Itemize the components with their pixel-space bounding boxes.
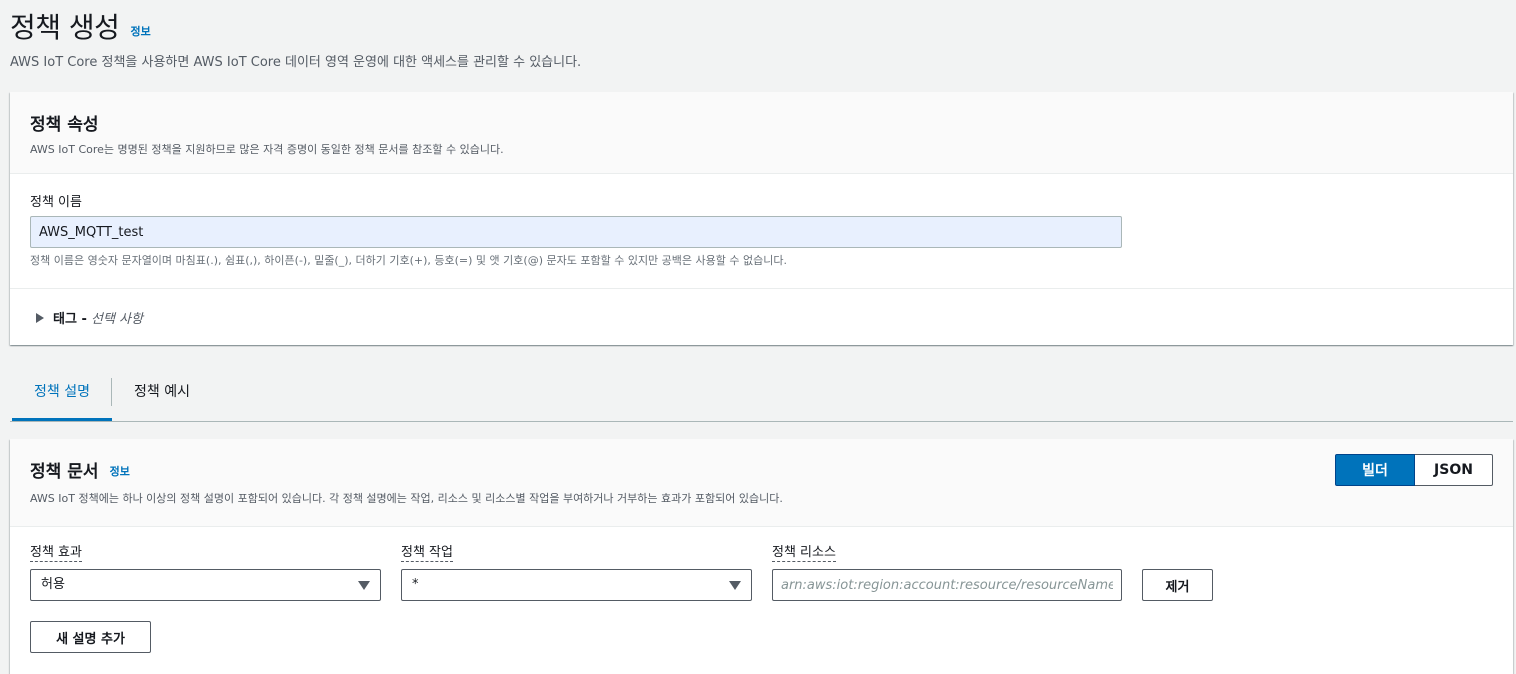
page-info-link[interactable]: 정보 — [131, 25, 151, 38]
policy-effect-select[interactable]: 허용 — [30, 569, 381, 601]
policy-effect-label: 정책 효과 — [30, 545, 82, 562]
tags-label: 태그 - — [53, 312, 87, 327]
json-mode-button[interactable]: JSON — [1415, 454, 1493, 486]
caret-right-icon — [36, 313, 44, 323]
builder-mode-button[interactable]: 빌더 — [1335, 454, 1415, 486]
policy-properties-panel: 정책 속성 AWS IoT Core는 명명된 정책을 지원하므로 많은 자격 … — [10, 92, 1513, 345]
tab-policy-examples[interactable]: 정책 예시 — [122, 370, 202, 421]
policy-tabs: 정책 설명 정책 예시 — [10, 370, 1513, 422]
policy-effect-value: 허용 — [41, 577, 65, 592]
policy-document-panel: 정책 문서 정보 AWS IoT 정책에는 하나 이상의 정책 설명이 포함되어… — [10, 439, 1513, 674]
policy-action-value: * — [412, 577, 419, 592]
policy-properties-description: AWS IoT Core는 명명된 정책을 지원하므로 많은 자격 증명이 동일… — [30, 143, 504, 156]
editor-mode-toggle: 빌더 JSON — [1335, 454, 1493, 486]
policy-action-select[interactable]: * — [401, 569, 752, 601]
policy-document-title: 정책 문서 — [30, 462, 99, 482]
policy-properties-title: 정책 속성 — [30, 115, 99, 135]
page-header: 정책 생성 정보 — [10, 6, 151, 46]
policy-document-description: AWS IoT 정책에는 하나 이상의 정책 설명이 포함되어 있습니다. 각 … — [30, 492, 783, 505]
page-description: AWS IoT Core 정책을 사용하면 AWS IoT Core 데이터 영… — [10, 55, 582, 70]
caret-down-icon — [358, 581, 370, 590]
caret-down-icon — [729, 581, 741, 590]
tab-divider — [111, 378, 112, 406]
policy-action-label: 정책 작업 — [401, 545, 453, 562]
policy-name-input[interactable] — [30, 216, 1122, 248]
policy-document-header: 정책 문서 정보 AWS IoT 정책에는 하나 이상의 정책 설명이 포함되어… — [10, 439, 1513, 527]
policy-resource-label: 정책 리소스 — [772, 545, 836, 562]
policy-properties-header: 정책 속성 AWS IoT Core는 명명된 정책을 지원하므로 많은 자격 … — [10, 92, 1513, 174]
tab-policy-statements[interactable]: 정책 설명 — [12, 370, 112, 421]
policy-resource-input[interactable] — [772, 569, 1122, 601]
remove-statement-button[interactable]: 제거 — [1142, 569, 1213, 601]
tags-expander[interactable]: 태그 - 선택 사항 — [36, 308, 143, 327]
page-title: 정책 생성 — [10, 11, 120, 44]
policy-name-hint: 정책 이름은 영숫자 문자열이며 마침표(.), 쉼표(,), 하이픈(-), … — [30, 254, 787, 267]
policy-name-label: 정책 이름 — [30, 195, 82, 210]
add-statement-button[interactable]: 새 설명 추가 — [30, 621, 151, 653]
policy-document-info-link[interactable]: 정보 — [110, 465, 130, 478]
divider — [10, 288, 1513, 289]
tags-optional-label: 선택 사항 — [90, 312, 143, 327]
